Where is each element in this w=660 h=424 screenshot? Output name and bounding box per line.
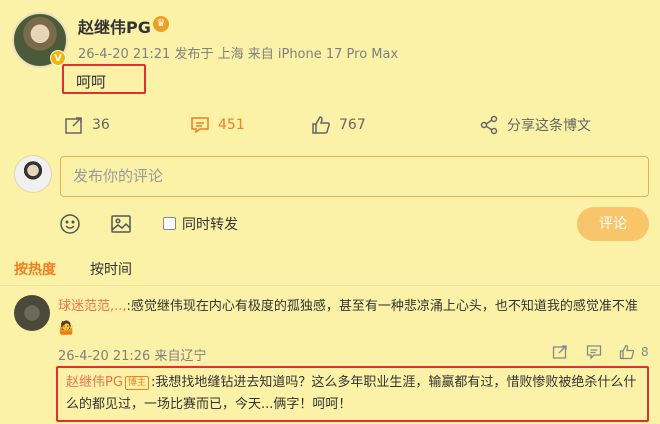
comment-count: 451	[218, 117, 245, 133]
comment-like-icon[interactable]	[619, 344, 635, 360]
submit-comment-button[interactable]: 评论	[577, 207, 649, 241]
comment-text: :感觉继伟现在内心有极度的孤独感，甚至有一种悲凉涌上心头，也不知道我的感觉准不准	[126, 299, 638, 314]
current-user-avatar[interactable]	[14, 155, 52, 193]
like-button[interactable]: 767	[311, 115, 366, 135]
reply-body: 赵继伟PG 博主:我想找地缝钻进去知道吗？这么多年职业生涯，输赢都有过，惜败惨败被…	[66, 372, 644, 416]
reply-text: :我想找地缝钻进去知道吗？这么多年职业生涯，输赢都有过，惜败惨败被绝杀什么什么的…	[66, 375, 637, 412]
post-meta: 26-4-20 21:21 发布于 上海 来自 iPhone 17 Pro Ma…	[78, 47, 399, 62]
repost-button[interactable]: 36	[64, 115, 110, 135]
comment-body: 球迷范范,..,:感觉继伟现在内心有极度的孤独感，甚至有一种悲凉涌上心头，也不知…	[58, 296, 648, 340]
author-name[interactable]: 赵继伟PG	[78, 14, 151, 38]
thumbs-up-icon	[312, 116, 330, 134]
repost-checkbox[interactable]	[163, 217, 176, 230]
repost-count: 36	[92, 117, 110, 133]
commenter-name[interactable]: 球迷范范,..,	[58, 299, 127, 314]
sort-by-hot-tab[interactable]: 按热度	[14, 259, 56, 279]
sort-by-time-tab[interactable]: 按时间	[90, 259, 132, 279]
comment-icon	[191, 117, 209, 134]
reply-author-name[interactable]: 赵继伟PG	[66, 375, 123, 390]
repost-checkbox-label[interactable]: 同时转发	[182, 214, 238, 234]
comment-button[interactable]: 451	[190, 115, 245, 135]
share-post-label: 分享这条博文	[507, 118, 591, 134]
repost-icon	[65, 117, 82, 134]
comment-like-count: 8	[641, 345, 649, 359]
comment-meta: 26-4-20 21:26 来自辽宁	[58, 349, 207, 364]
like-count: 767	[339, 117, 366, 133]
reply-share-icon[interactable]	[552, 344, 568, 360]
author-tag-badge: 博主	[124, 376, 149, 390]
crown-icon: ♛	[153, 16, 169, 32]
share-post-button[interactable]: 分享这条博文	[479, 115, 591, 135]
share-icon	[480, 115, 498, 135]
comment-input[interactable]: 发布你的评论	[60, 156, 649, 197]
image-icon[interactable]	[110, 213, 132, 235]
emoji-icon[interactable]	[59, 213, 81, 235]
commenter-avatar[interactable]	[14, 295, 50, 331]
shrug-emoji: 🤷	[58, 321, 75, 336]
divider	[0, 285, 660, 286]
reply-comment-icon[interactable]	[586, 344, 602, 360]
post-text: 呵呵	[76, 73, 107, 91]
